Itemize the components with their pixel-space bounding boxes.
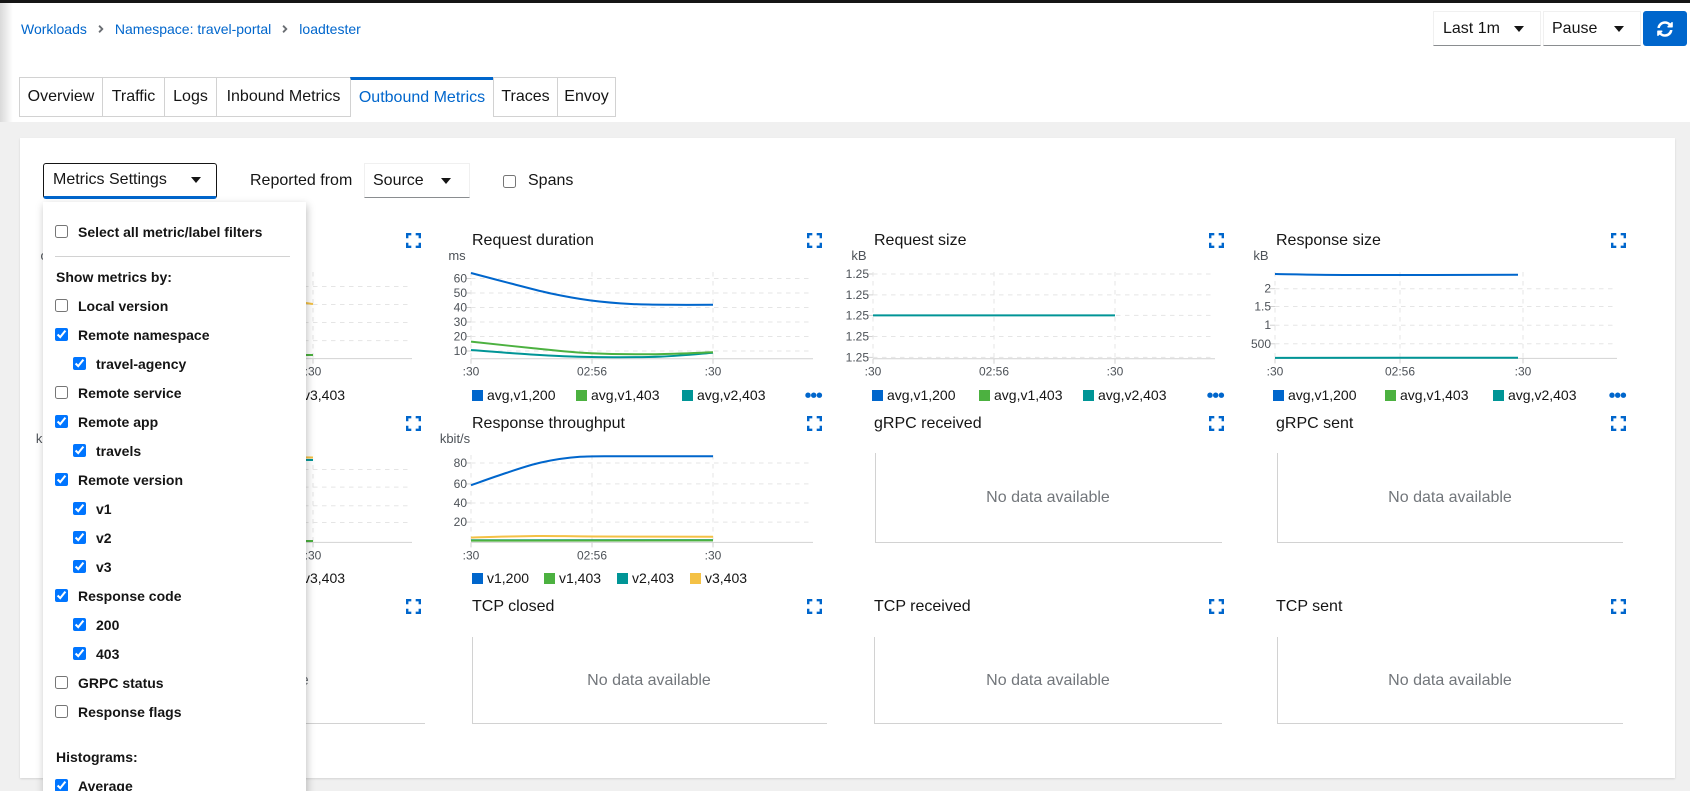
svg-text:80: 80 (454, 456, 468, 470)
svg-text::30: :30 (1107, 365, 1124, 379)
svg-text::30: :30 (1267, 364, 1284, 378)
svg-text:ms: ms (448, 248, 466, 263)
svg-text:02:56: 02:56 (577, 365, 607, 379)
svg-text::30: :30 (1515, 364, 1532, 378)
svg-text::30: :30 (865, 365, 882, 379)
svg-text:kB: kB (1253, 248, 1268, 263)
svg-text:1.25: 1.25 (846, 267, 870, 281)
svg-text:60: 60 (454, 272, 468, 286)
svg-text:02:56: 02:56 (979, 365, 1009, 379)
svg-text:1.25: 1.25 (846, 308, 870, 322)
svg-text:1: 1 (1264, 318, 1271, 332)
svg-text:2: 2 (1264, 282, 1271, 296)
svg-text::30: :30 (463, 548, 480, 562)
svg-text::30: :30 (305, 365, 322, 379)
svg-text:1.25: 1.25 (846, 288, 870, 302)
svg-text:500: 500 (1251, 337, 1271, 351)
svg-text::30: :30 (705, 548, 722, 562)
svg-text:40: 40 (454, 301, 468, 315)
svg-text:10: 10 (454, 344, 468, 358)
svg-text:kbit/s: kbit/s (440, 431, 471, 446)
svg-text:02:56: 02:56 (1385, 364, 1415, 378)
svg-text:30: 30 (454, 315, 468, 329)
svg-text:kB: kB (851, 248, 866, 263)
svg-text:40: 40 (454, 496, 468, 510)
svg-text:20: 20 (454, 330, 468, 344)
svg-text:50: 50 (454, 286, 468, 300)
svg-text::30: :30 (705, 365, 722, 379)
svg-text::30: :30 (463, 365, 480, 379)
svg-text:20: 20 (454, 515, 468, 529)
svg-text:1.25: 1.25 (846, 330, 870, 344)
svg-text:02:56: 02:56 (577, 548, 607, 562)
svg-text::30: :30 (305, 548, 322, 562)
svg-text:1.25: 1.25 (846, 350, 870, 364)
svg-text:1.5: 1.5 (1254, 300, 1271, 314)
svg-text:60: 60 (454, 477, 468, 491)
